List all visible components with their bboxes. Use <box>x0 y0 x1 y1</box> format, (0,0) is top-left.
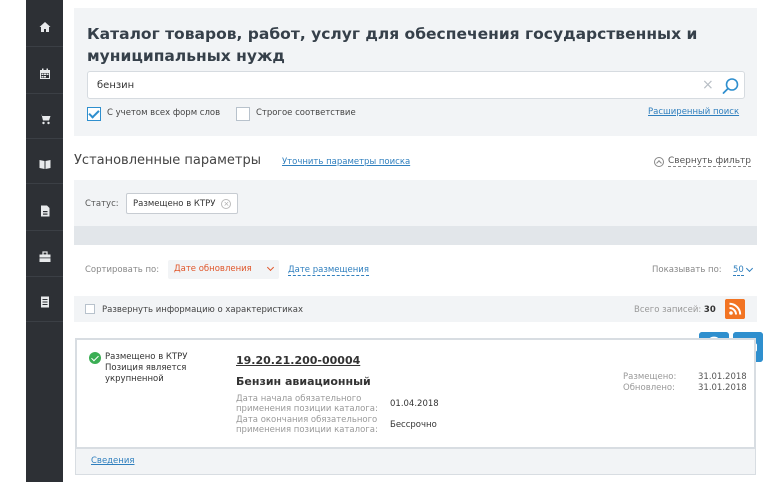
expand-characteristics-checkbox[interactable] <box>85 304 95 314</box>
status-placed: Размещено в КТРУ <box>105 352 188 362</box>
sort-selected-value: Дате обновления <box>174 264 252 274</box>
page-size-label: Показывать по: <box>652 265 722 275</box>
strict-match-label: Строгое соответствие <box>256 108 356 118</box>
document-icon <box>40 205 49 217</box>
collapse-filter-button[interactable]: Свернуть фильтр <box>654 156 752 167</box>
chevron-down-icon[interactable] <box>745 264 754 273</box>
status-label: Статус: <box>85 199 119 209</box>
updated-date-label: Обновлено: <box>623 383 675 393</box>
updated-date-value: 31.01.2018 <box>698 383 747 393</box>
all-forms-label: С учетом всех форм слов <box>107 108 221 118</box>
status-note-line1: Позиция является <box>105 363 187 373</box>
end-date-label-1: Дата окончания обязательного <box>236 415 378 425</box>
book-icon <box>39 160 50 169</box>
end-date-value: Бессрочно <box>390 420 437 430</box>
params-title: Установленные параметры <box>74 153 262 168</box>
status-note-line2: укрупненной <box>105 374 164 384</box>
collapse-filter-label: Свернуть фильтр <box>668 156 752 167</box>
sort-label: Сортировать по: <box>85 265 160 275</box>
all-forms-checkbox[interactable] <box>87 107 101 121</box>
search-panel: Каталог товаров, работ, услуг для обеспе… <box>74 8 757 136</box>
result-card-footer: Сведения <box>75 449 756 475</box>
page-size-select[interactable]: 50 <box>733 265 744 276</box>
status-filter-panel: Статус: Размещено в КТРУ × <box>74 180 757 226</box>
expand-bar: Развернуть информацию о характеристиках … <box>74 296 757 322</box>
sidebar <box>26 0 63 482</box>
start-date-value: 01.04.2018 <box>390 399 439 409</box>
end-date-label-2: применения позиции каталога: <box>236 425 378 435</box>
search-input[interactable] <box>97 77 677 94</box>
remove-icon[interactable]: × <box>221 198 232 209</box>
position-name: Бензин авиационный <box>236 375 371 388</box>
sidebar-item-cart[interactable] <box>26 100 63 139</box>
check-circle-icon <box>89 352 101 364</box>
sidebar-item-reports[interactable] <box>26 283 63 322</box>
sidebar-item-business[interactable] <box>26 238 63 277</box>
chevron-up-icon <box>654 156 664 167</box>
status-chip-label: Размещено в КТРУ <box>133 198 216 209</box>
status-chip[interactable]: Размещено в КТРУ × <box>126 193 239 214</box>
total-records: Всего записей: 30 <box>634 305 716 315</box>
sidebar-item-calendar[interactable] <box>26 55 63 94</box>
total-count: 30 <box>703 305 716 315</box>
sidebar-item-home[interactable] <box>26 8 63 47</box>
briefcase-icon <box>39 251 50 262</box>
sort-by-placement-link[interactable]: Дате размещения <box>288 265 369 276</box>
start-date-label-1: Дата начала обязательного <box>236 394 362 404</box>
chevron-down-icon <box>266 263 275 272</box>
search-box[interactable]: × <box>87 71 745 99</box>
strict-match-checkbox[interactable] <box>236 107 250 121</box>
details-link[interactable]: Сведения <box>91 456 134 466</box>
sort-select[interactable]: Дате обновления <box>168 260 279 279</box>
placed-date-label: Размещено: <box>623 372 677 382</box>
clear-icon[interactable]: × <box>702 76 714 94</box>
expand-characteristics-label: Развернуть информацию о характеристиках <box>102 305 303 315</box>
sidebar-item-documents[interactable] <box>26 192 63 231</box>
list-icon <box>40 296 49 308</box>
filter-bottom-bar <box>74 226 757 245</box>
advanced-search-link[interactable]: Расширенный поиск <box>648 107 739 117</box>
calendar-icon <box>39 68 50 79</box>
placed-date-value: 31.01.2018 <box>698 372 747 382</box>
page-title: Каталог товаров, работ, услуг для обеспе… <box>87 25 698 65</box>
sidebar-item-catalog[interactable] <box>26 145 63 184</box>
search-icon[interactable] <box>722 77 740 95</box>
rss-icon[interactable] <box>725 299 745 319</box>
start-date-label-2: применения позиции каталога: <box>236 404 378 414</box>
result-card: Размещено в КТРУ Позиция является укрупн… <box>75 338 756 449</box>
position-code-link[interactable]: 19.20.21.200-00004 <box>236 354 360 367</box>
refine-params-link[interactable]: Уточнить параметры поиска <box>282 157 410 167</box>
home-icon <box>39 22 50 32</box>
cart-icon <box>39 114 50 125</box>
